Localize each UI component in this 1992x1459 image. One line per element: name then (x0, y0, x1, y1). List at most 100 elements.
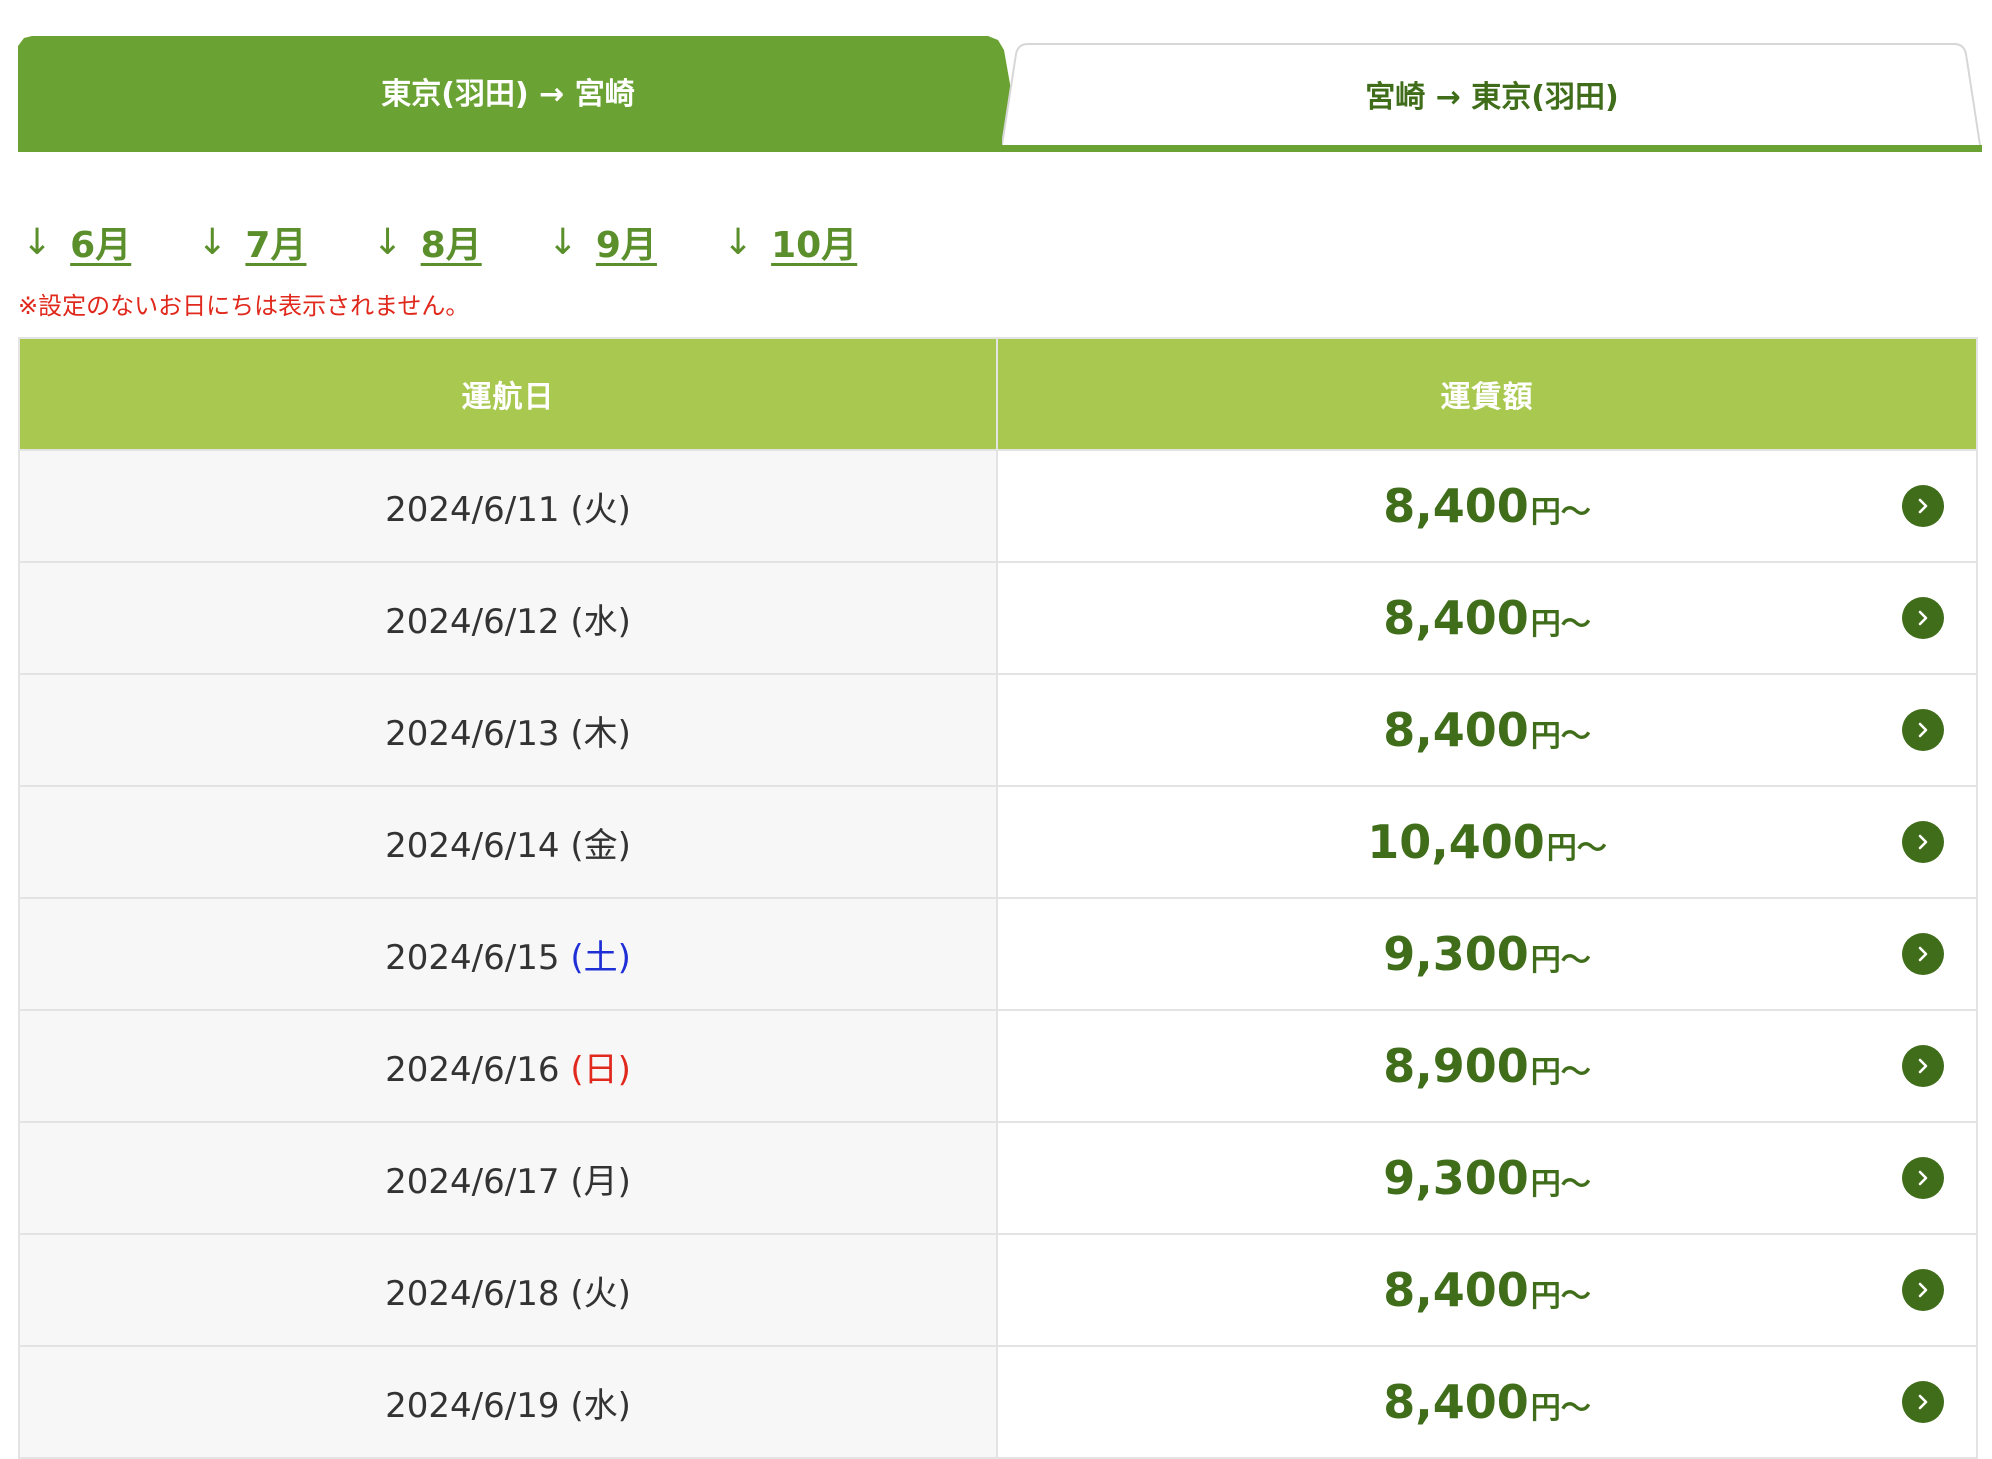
day-of-week: (火) (570, 1273, 631, 1314)
fare-price: 8,400 円〜 (999, 703, 1975, 757)
chevron-right-icon (1918, 498, 1928, 514)
arrow-down-icon: ↓ (22, 221, 53, 263)
fare-cell[interactable]: 8,400 円〜 (996, 449, 1978, 563)
day-of-week: (水) (570, 601, 631, 642)
chevron-right-icon (1918, 722, 1928, 738)
flight-date: 2024/6/14 (385, 825, 560, 866)
chevron-right-circle-icon[interactable] (1902, 1045, 1944, 1087)
chevron-right-circle-icon[interactable] (1902, 485, 1944, 527)
fare-price: 8,900 円〜 (999, 1039, 1975, 1093)
chevron-right-icon (1918, 1058, 1928, 1074)
table-row: 2024/6/18 (火) 8,400 円〜 (18, 1233, 1978, 1347)
day-of-week: (月) (570, 1161, 631, 1202)
date-cell: 2024/6/11 (火) (18, 449, 998, 563)
header-date: 運航日 (18, 337, 998, 451)
tab-outbound-label: 東京(羽田) → 宮崎 (381, 77, 635, 112)
fare-suffix: 円〜 (1546, 831, 1607, 866)
fare-cell[interactable]: 9,300 円〜 (996, 1121, 1978, 1235)
date-cell: 2024/6/12 (水) (18, 561, 998, 675)
date-cell: 2024/6/15 (土) (18, 897, 998, 1011)
tab-outbound[interactable]: 東京(羽田) → 宮崎 (18, 36, 1022, 152)
fare-price: 9,300 円〜 (999, 927, 1975, 981)
fare-cell[interactable]: 8,400 円〜 (996, 1233, 1978, 1347)
flight-date: 2024/6/15 (385, 937, 560, 978)
month-link-7[interactable]: ↓ 7月 (197, 216, 306, 268)
fare-price: 8,400 円〜 (999, 1263, 1975, 1317)
chevron-right-icon (1918, 1170, 1928, 1186)
flight-date: 2024/6/16 (385, 1049, 560, 1090)
table-header-row: 運航日 運賃額 (18, 337, 1978, 451)
notice-text: ※設定のないお日にちは表示されません。 (18, 292, 470, 320)
fare-suffix: 円〜 (1530, 495, 1591, 530)
fare-cell[interactable]: 10,400 円〜 (996, 785, 1978, 899)
fare-cell[interactable]: 8,900 円〜 (996, 1009, 1978, 1123)
fare-amount: 10,400 (1367, 815, 1545, 869)
fare-amount: 8,400 (1383, 479, 1529, 533)
fare-suffix: 円〜 (1530, 1391, 1591, 1426)
fare-suffix: 円〜 (1530, 1279, 1591, 1314)
table-row: 2024/6/15 (土) 9,300 円〜 (18, 897, 1978, 1011)
fare-price: 9,300 円〜 (999, 1151, 1975, 1205)
day-of-week: (木) (570, 713, 631, 754)
fare-amount: 9,300 (1383, 1151, 1529, 1205)
table-row: 2024/6/13 (木) 8,400 円〜 (18, 673, 1978, 787)
chevron-right-circle-icon[interactable] (1902, 597, 1944, 639)
fare-amount: 8,400 (1383, 703, 1529, 757)
month-link-10[interactable]: ↓ 10月 (723, 216, 857, 268)
fare-cell[interactable]: 8,400 円〜 (996, 561, 1978, 675)
month-link-label: 7月 (245, 225, 307, 266)
chevron-right-circle-icon[interactable] (1902, 1269, 1944, 1311)
flight-date: 2024/6/17 (385, 1161, 560, 1202)
chevron-right-icon (1918, 946, 1928, 962)
fare-cell[interactable]: 8,400 円〜 (996, 673, 1978, 787)
fare-suffix: 円〜 (1530, 1055, 1591, 1090)
fare-suffix: 円〜 (1530, 943, 1591, 978)
month-link-label: 8月 (420, 225, 482, 266)
chevron-right-circle-icon[interactable] (1902, 821, 1944, 863)
month-link-label: 9月 (595, 225, 657, 266)
month-link-9[interactable]: ↓ 9月 (548, 216, 657, 268)
fare-amount: 9,300 (1383, 927, 1529, 981)
chevron-right-icon (1918, 1394, 1928, 1410)
flight-date: 2024/6/11 (385, 489, 560, 530)
chevron-right-circle-icon[interactable] (1902, 1381, 1944, 1423)
flight-date: 2024/6/18 (385, 1273, 560, 1314)
fare-price: 10,400 円〜 (999, 815, 1975, 869)
fare-cell[interactable]: 9,300 円〜 (996, 897, 1978, 1011)
date-cell: 2024/6/17 (月) (18, 1121, 998, 1235)
fare-amount: 8,400 (1383, 591, 1529, 645)
table-row: 2024/6/17 (月) 9,300 円〜 (18, 1121, 1978, 1235)
date-cell: 2024/6/13 (木) (18, 673, 998, 787)
tab-return[interactable]: 宮崎 → 東京(羽田) (1002, 42, 1982, 145)
day-of-week: (水) (570, 1385, 631, 1426)
chevron-right-icon (1918, 610, 1928, 626)
flight-date: 2024/6/12 (385, 601, 560, 642)
flight-date: 2024/6/13 (385, 713, 560, 754)
month-link-label: 10月 (771, 225, 858, 266)
fare-cell[interactable]: 8,400 円〜 (996, 1345, 1978, 1459)
fare-amount: 8,400 (1383, 1375, 1529, 1429)
fare-amount: 8,400 (1383, 1263, 1529, 1317)
fare-price: 8,400 円〜 (999, 1375, 1975, 1429)
day-of-week: (日) (570, 1049, 631, 1090)
arrow-down-icon: ↓ (547, 221, 578, 263)
arrow-down-icon: ↓ (372, 221, 403, 263)
day-of-week: (土) (570, 937, 631, 978)
fare-price: 8,400 円〜 (999, 591, 1975, 645)
arrow-down-icon: ↓ (197, 221, 228, 263)
day-of-week: (火) (570, 489, 631, 530)
chevron-right-circle-icon[interactable] (1902, 1157, 1944, 1199)
date-cell: 2024/6/16 (日) (18, 1009, 998, 1123)
fare-suffix: 円〜 (1530, 719, 1591, 754)
fare-suffix: 円〜 (1530, 1167, 1591, 1202)
table-row: 2024/6/12 (水) 8,400 円〜 (18, 561, 1978, 675)
fare-suffix: 円〜 (1530, 607, 1591, 642)
fare-rows: 2024/6/11 (火) 8,400 円〜 2024/6/12 (水) 8,400 円〜… (18, 449, 1978, 1459)
chevron-right-circle-icon[interactable] (1902, 709, 1944, 751)
table-row: 2024/6/11 (火) 8,400 円〜 (18, 449, 1978, 563)
month-link-8[interactable]: ↓ 8月 (372, 216, 481, 268)
header-fare: 運賃額 (996, 337, 1978, 451)
date-cell: 2024/6/14 (金) (18, 785, 998, 899)
chevron-right-circle-icon[interactable] (1902, 933, 1944, 975)
month-link-6[interactable]: ↓ 6月 (22, 216, 131, 268)
